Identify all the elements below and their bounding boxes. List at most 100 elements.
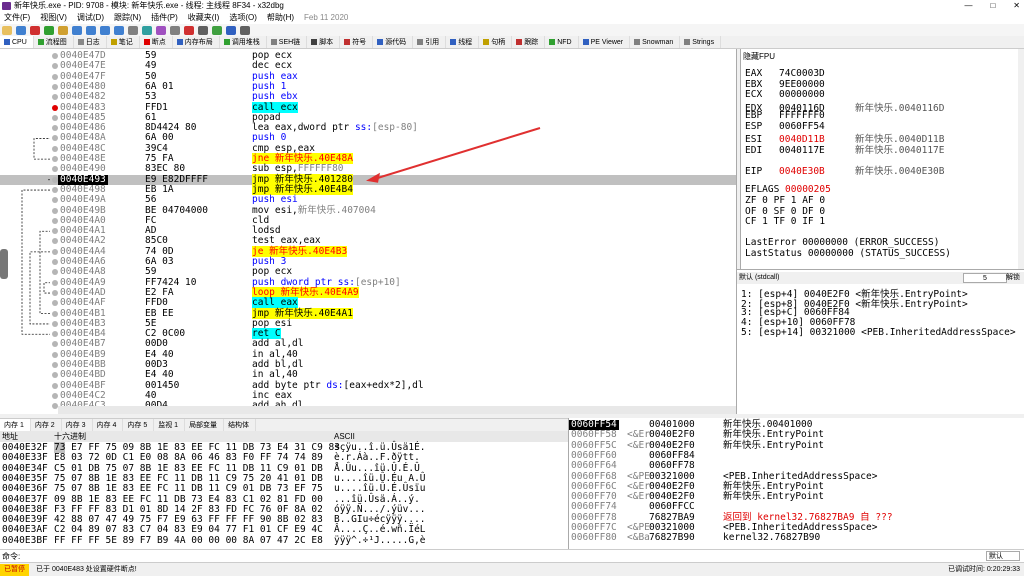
tab-breakpoints[interactable]: 断点 (140, 36, 173, 48)
register-ebp[interactable]: EBP FFFFFFF0 (745, 110, 855, 121)
step-over-icon[interactable] (86, 25, 96, 35)
close-button[interactable]: ✕ (1013, 0, 1020, 12)
tab-seh[interactable]: SEH链 (267, 36, 308, 48)
menu-options[interactable]: 选项(O) (229, 12, 257, 24)
disasm-row[interactable]: 0040E4B4 C2 0C00 ret C (0, 328, 736, 340)
hide-fpu-button[interactable]: 隐藏FPU (743, 51, 775, 62)
argument-row[interactable]: 5: [esp+14] 00321000 <PEB.InheritedAddre… (741, 327, 1016, 338)
breakpoint-dot-icon[interactable] (52, 104, 58, 111)
disasm-row[interactable]: 0040E47D 59 pop ecx (0, 50, 736, 61)
tab-dump-5[interactable]: 内存 5 (123, 419, 155, 431)
disasm-row[interactable]: 0040E4A4 74 0D je 新年快乐.40E4B3 (0, 245, 736, 257)
menu-view[interactable]: 视图(V) (40, 12, 67, 24)
disasm-row[interactable]: 0040E493 E9 E82DFFFF jmp 新年快乐.401280 (0, 173, 736, 185)
stack-view[interactable]: 0060FF54 00401000 新年快乐.00401000 0060FF58 <&E… (568, 418, 1024, 549)
register-value[interactable]: 0060FF54 (779, 121, 855, 132)
disasm-row[interactable]: 0040E4B1 EB EE jmp 新年快乐.40E4A1 (0, 307, 736, 319)
tab-watch-1[interactable]: 监视 1 (154, 419, 186, 431)
register-value[interactable]: FFFFFFF0 (779, 110, 855, 121)
register-value[interactable]: 00000000 (779, 89, 855, 100)
disasm-row[interactable]: 0040E483 FFD1 call ecx (0, 101, 736, 113)
breakpoint-dot-icon[interactable] (52, 207, 58, 214)
close-debug-icon[interactable] (30, 25, 40, 35)
disasm-row[interactable]: 0040E48C 39C4 cmp esp,eax (0, 143, 736, 154)
breakpoint-dot-icon[interactable] (52, 217, 58, 224)
breakpoint-dot-icon[interactable] (52, 186, 58, 193)
register-value[interactable]: 0040E30B (779, 166, 855, 177)
trace-icon[interactable] (142, 25, 152, 35)
unlock-checkbox[interactable]: 解锁 (1006, 272, 1020, 284)
tab-threads[interactable]: 线程 (446, 36, 480, 48)
menu-file[interactable]: 文件(F) (4, 12, 30, 24)
register-esp[interactable]: ESP 0060FF54 (745, 121, 855, 132)
disasm-row[interactable]: 0040E4C2 40 inc eax (0, 390, 736, 401)
argument-count-select[interactable]: 5 (963, 273, 1007, 283)
tab-references[interactable]: 引用 (413, 36, 447, 48)
register-ebx[interactable]: EBX 9EE00000 (745, 79, 855, 90)
tab-dump-1[interactable]: 内存 1 (0, 419, 31, 431)
breakpoint-dot-icon[interactable] (52, 289, 58, 296)
breakpoint-dot-icon[interactable] (52, 248, 58, 255)
register-eflags[interactable]: EFLAGS 00000205 (745, 184, 861, 195)
disasm-row[interactable]: 0040E482 53 push ebx (0, 91, 736, 102)
breakpoint-dot-icon[interactable] (52, 125, 58, 132)
breakpoint-dot-icon[interactable] (52, 310, 58, 317)
flags-row[interactable]: OF 0 SF 0 DF 0 (745, 206, 825, 217)
disasm-row[interactable]: 0040E4A6 6A 03 push 3 (0, 256, 736, 267)
breakpoint-dot-icon[interactable] (52, 238, 58, 245)
calling-convention-select[interactable]: 默认 (stdcall) (739, 274, 779, 281)
tab-dump-3[interactable]: 内存 3 (62, 419, 93, 431)
breakpoint-dot-icon[interactable] (52, 114, 58, 121)
breakpoint-dot-icon[interactable] (52, 145, 58, 152)
flags-row[interactable]: ZF 0 PF 1 AF 0 (745, 195, 825, 206)
disasm-row[interactable]: 0040E47F 50 push eax (0, 71, 736, 82)
register-value[interactable]: 9EE00000 (779, 79, 855, 90)
register-value[interactable]: 74C0003D (779, 68, 855, 79)
disasm-row[interactable]: 0040E4AD E2 FA loop 新年快乐.40E4A9 (0, 286, 736, 298)
tab-cpu[interactable]: CPU (0, 36, 34, 48)
calculator-icon[interactable] (226, 25, 236, 35)
open-icon[interactable] (2, 25, 12, 35)
horizontal-scrollbar[interactable] (58, 406, 736, 414)
step-out-icon[interactable] (100, 25, 110, 35)
breakpoint-dot-icon[interactable] (52, 382, 58, 389)
disasm-row[interactable]: 0040E490 83EC 80 sub esp,FFFFFF80 (0, 163, 736, 174)
breakpoint-dot-icon[interactable] (52, 341, 58, 348)
register-edi[interactable]: EDI 0040117E 新年快乐.0040117E (745, 142, 944, 156)
register-value[interactable]: 0040117E (779, 145, 855, 156)
disasm-row[interactable]: 0040E48A 6A 00 push 0 (0, 133, 736, 143)
comment-icon[interactable] (170, 25, 180, 35)
breakpoint-dot-icon[interactable] (52, 269, 58, 276)
menu-trace[interactable]: 跟踪(N) (114, 12, 141, 24)
tab-strings[interactable]: Strings (680, 36, 722, 48)
minimize-button[interactable]: — (964, 0, 972, 12)
disasm-row[interactable]: 0040E4BF 001450 add byte ptr ds:[eax+edx*2… (0, 380, 736, 391)
menu-debug[interactable]: 调试(D) (77, 12, 104, 24)
function-icon[interactable] (212, 25, 222, 35)
disasm-row[interactable]: 0040E4B3 5E pop esi (0, 318, 736, 329)
disasm-row[interactable]: 0040E48E 75 FA jne 新年快乐.40E48A (0, 153, 736, 164)
disasm-row[interactable]: 0040E4A2 85C0 test eax,eax (0, 236, 736, 246)
run-icon[interactable] (44, 25, 54, 35)
tab-source[interactable]: 源代码 (373, 36, 414, 48)
breakpoint-dot-icon[interactable] (52, 166, 58, 173)
register-eip[interactable]: EIP 0040E30B 新年快乐.0040E30B (745, 163, 944, 177)
tab-log[interactable]: 日志 (74, 36, 107, 48)
command-mode-select[interactable]: 默认 (986, 551, 1020, 561)
breakpoint-dot-icon[interactable] (52, 372, 58, 379)
tab-handles[interactable]: 句柄 (479, 36, 513, 48)
disasm-row[interactable]: 0040E4B7 00D0 add al,dl (0, 339, 736, 349)
disasm-row[interactable]: 0040E4A9 FF7424 10 push dword ptr ss:[esp+… (0, 277, 736, 288)
breakpoint-dot-icon[interactable] (52, 392, 58, 399)
memory-dump[interactable]: 地址 十六进制 ASCII 0040E32F 73 E7 FF 75 09 8B … (0, 431, 568, 549)
animate-icon[interactable] (128, 25, 138, 35)
menu-favourites[interactable]: 收藏夹(I) (188, 12, 220, 24)
menu-plugins[interactable]: 插件(P) (151, 12, 178, 24)
register-eax[interactable]: EAX 74C0003D (745, 68, 855, 79)
tab-locals[interactable]: 局部变量 (185, 419, 225, 431)
disasm-row[interactable]: 0040E4B9 E4 40 in al,40 (0, 349, 736, 360)
disasm-row[interactable]: 0040E4AF FFD0 call eax (0, 297, 736, 309)
tab-graph[interactable]: 流程图 (34, 36, 74, 48)
breakpoint-dot-icon[interactable] (52, 259, 58, 265)
disasm-row[interactable]: 0040E4BB 00D3 add bl,dl (0, 359, 736, 370)
